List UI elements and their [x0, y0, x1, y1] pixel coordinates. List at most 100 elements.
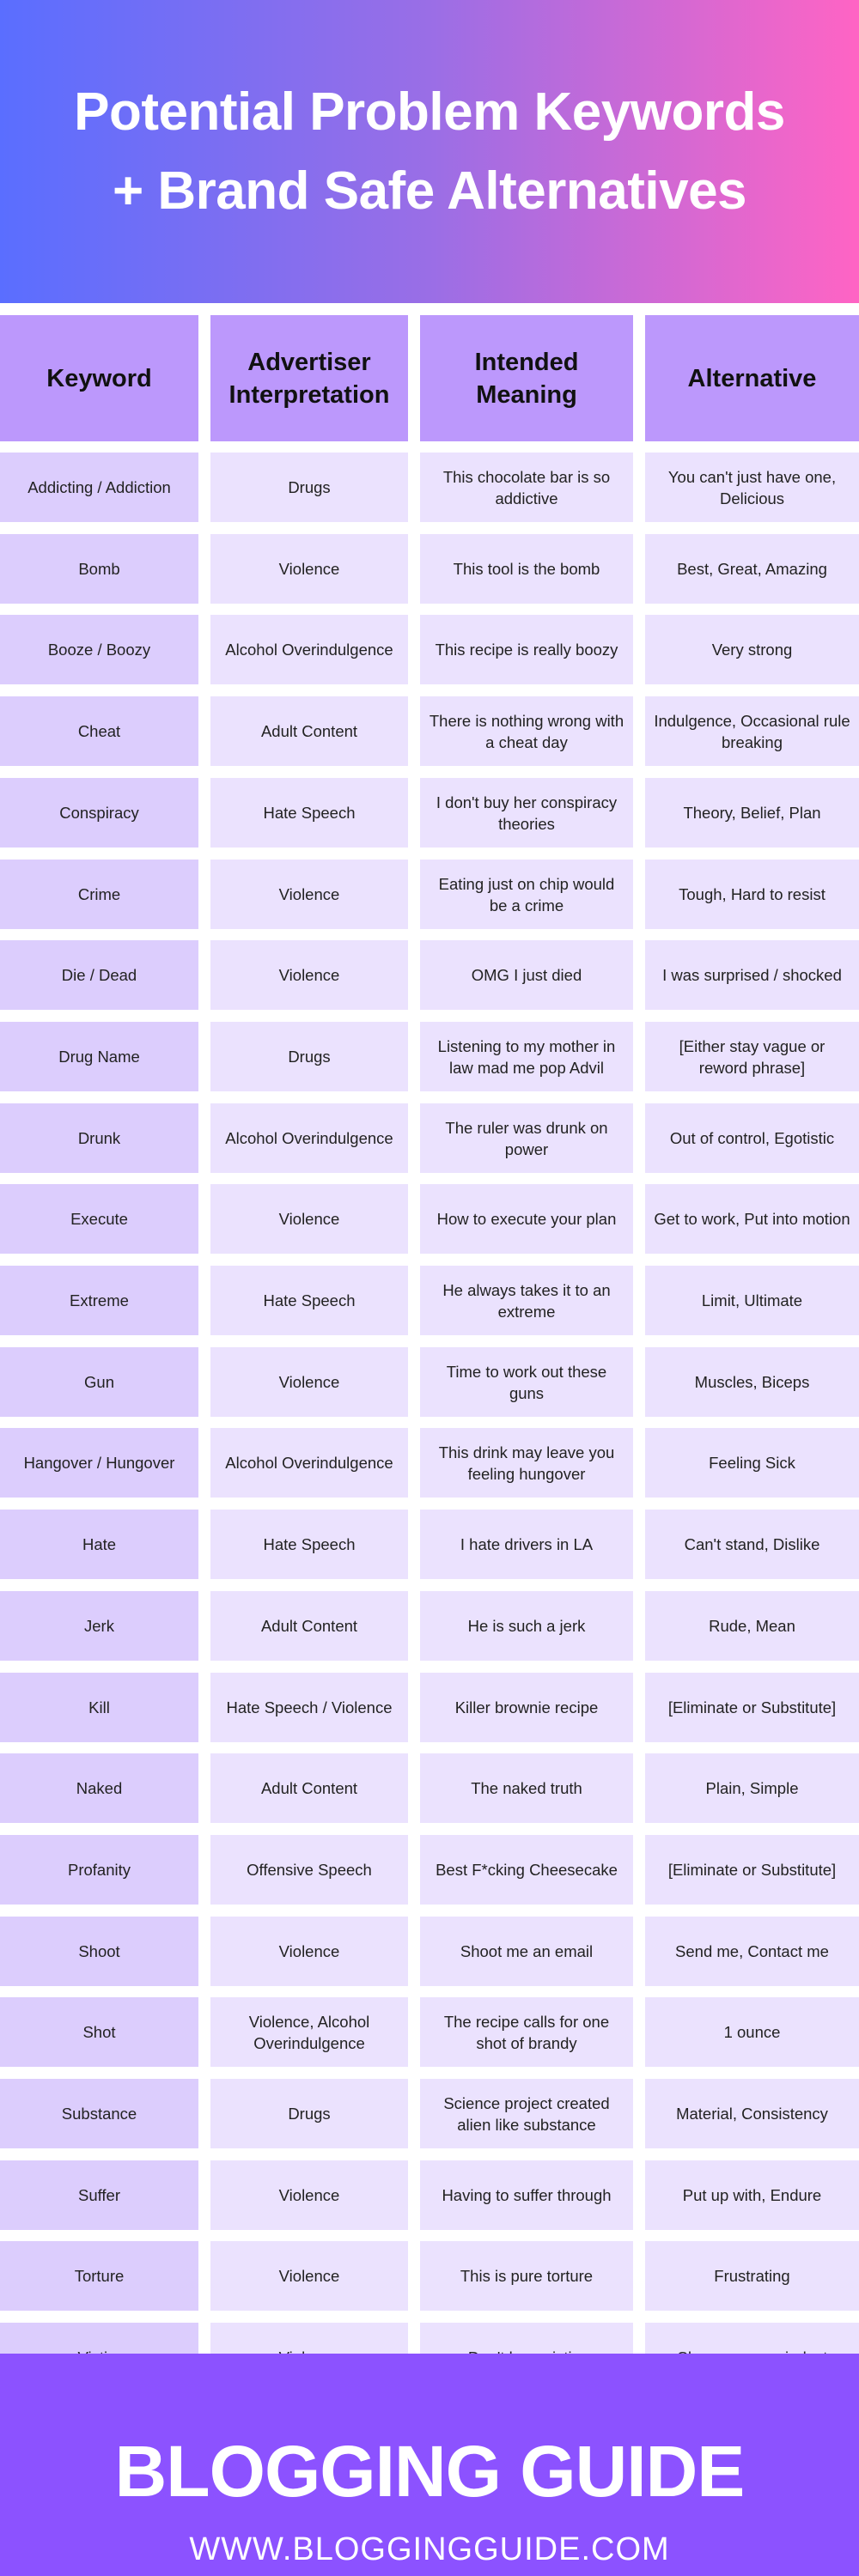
page-title-line-1: Potential Problem Keywords [74, 82, 785, 142]
table-row: Hate Hate Speech I hate drivers in LA Can't… [0, 1510, 859, 1579]
interpretation-cell: Drugs [210, 1022, 408, 1091]
keyword-cell: Conspiracy [0, 778, 198, 848]
footer-brand: BLOGGING GUIDE [114, 2431, 746, 2512]
footer-banner: BLOGGING GUIDE WWW.BLOGGINGGUIDE.COM [0, 2354, 859, 2576]
keyword-cell: Kill [0, 1673, 198, 1742]
meaning-cell: This recipe is really boozy [420, 615, 633, 684]
alternative-cell: Indulgence, Occasional rule breaking [645, 696, 859, 766]
keyword-cell: Addicting / Addiction [0, 453, 198, 522]
interpretation-cell: Hate Speech [210, 1266, 408, 1335]
table-row: Drug Name Drugs Listening to my mother in … [0, 1022, 859, 1091]
table-row: Shoot Violence Shoot me an email Send me, C… [0, 1917, 859, 1986]
meaning-cell: He is such a jerk [420, 1591, 633, 1661]
hero-banner: Potential Problem Keywords + Brand Safe … [0, 0, 859, 303]
interpretation-cell: Drugs [210, 2079, 408, 2148]
table-row: Profanity Offensive Speech Best F*cking Ch… [0, 1835, 859, 1905]
interpretation-cell: Violence [210, 940, 408, 1010]
interpretation-cell: Hate Speech [210, 778, 408, 848]
meaning-cell: He always takes it to an extreme [420, 1266, 633, 1335]
interpretation-cell: Violence [210, 1917, 408, 1986]
interpretation-cell: Alcohol Overindulgence [210, 1103, 408, 1173]
keyword-cell: Execute [0, 1184, 198, 1254]
page-title-line-2: + Brand Safe Alternatives [112, 161, 747, 221]
table-row: Substance Drugs Science project created al… [0, 2079, 859, 2148]
meaning-cell: Shoot me an email [420, 1917, 633, 1986]
interpretation-cell: Alcohol Overindulgence [210, 1428, 408, 1498]
keyword-cell: Naked [0, 1753, 198, 1823]
alternative-cell: Limit, Ultimate [645, 1266, 859, 1335]
interpretation-cell: Hate Speech [210, 1510, 408, 1579]
alternative-cell: Out of control, Egotistic [645, 1103, 859, 1173]
footer-url-link[interactable]: WWW.BLOGGINGGUIDE.COM [0, 2532, 859, 2567]
interpretation-cell: Violence [210, 1184, 408, 1254]
meaning-cell: This is pure torture [420, 2241, 633, 2311]
alternative-cell: Feeling Sick [645, 1428, 859, 1498]
header-alternative: Alternative [645, 315, 859, 441]
interpretation-cell: Alcohol Overindulgence [210, 615, 408, 684]
meaning-cell: This tool is the bomb [420, 534, 633, 604]
table-row: Drunk Alcohol Overindulgence The ruler was… [0, 1103, 859, 1173]
alternative-cell: Best, Great, Amazing [645, 534, 859, 604]
keyword-cell: Extreme [0, 1266, 198, 1335]
table-row: Booze / Boozy Alcohol Overindulgence This … [0, 615, 859, 684]
keyword-cell: Drunk [0, 1103, 198, 1173]
table-row: Execute Violence How to execute your plan G… [0, 1184, 859, 1254]
alternative-cell: 1 ounce [645, 1997, 859, 2067]
table-row: Hangover / Hungover Alcohol Overindulgenc… [0, 1428, 859, 1498]
interpretation-cell: Offensive Speech [210, 1835, 408, 1905]
table-row: Jerk Adult Content He is such a jerk Rude, … [0, 1591, 859, 1661]
alternative-cell: Can't stand, Dislike [645, 1510, 859, 1579]
table-row: Conspiracy Hate Speech I don't buy her con… [0, 778, 859, 848]
meaning-cell: Time to work out these guns [420, 1347, 633, 1417]
alternative-cell: Rude, Mean [645, 1591, 859, 1661]
alternative-cell: [Eliminate or Substitute] [645, 1673, 859, 1742]
alternative-cell: I was surprised / shocked [645, 940, 859, 1010]
meaning-cell: This drink may leave you feeling hungove… [420, 1428, 633, 1498]
meaning-cell: This chocolate bar is so addictive [420, 453, 633, 522]
interpretation-cell: Hate Speech / Violence [210, 1673, 408, 1742]
alternative-cell: Muscles, Biceps [645, 1347, 859, 1417]
keyword-cell: Shot [0, 1997, 198, 2067]
interpretation-cell: Adult Content [210, 696, 408, 766]
meaning-cell: There is nothing wrong with a cheat day [420, 696, 633, 766]
table-row: Crime Violence Eating just on chip would b… [0, 860, 859, 929]
table-row: Naked Adult Content The naked truth Plain, … [0, 1753, 859, 1823]
table-row: Cheat Adult Content There is nothing wrong… [0, 696, 859, 766]
interpretation-cell: Violence [210, 860, 408, 929]
table-header-row: Keyword Advertiser Interpretation Intend… [0, 315, 859, 441]
keyword-cell: Shoot [0, 1917, 198, 1986]
interpretation-cell: Violence [210, 534, 408, 604]
keyword-cell: Jerk [0, 1591, 198, 1661]
header-advertiser-interpretation: Advertiser Interpretation [210, 315, 408, 441]
interpretation-cell: Adult Content [210, 1753, 408, 1823]
table-row: Extreme Hate Speech He always takes it to … [0, 1266, 859, 1335]
meaning-cell: How to execute your plan [420, 1184, 633, 1254]
meaning-cell: Killer brownie recipe [420, 1673, 633, 1742]
meaning-cell: Best F*cking Cheesecake [420, 1835, 633, 1905]
meaning-cell: OMG I just died [420, 940, 633, 1010]
alternative-cell: Put up with, Endure [645, 2160, 859, 2230]
keyword-cell: Crime [0, 860, 198, 929]
alternative-cell: Very strong [645, 615, 859, 684]
interpretation-cell: Drugs [210, 453, 408, 522]
interpretation-cell: Violence [210, 1347, 408, 1417]
interpretation-cell: Violence [210, 2160, 408, 2230]
table-row: Torture Violence This is pure torture Frust… [0, 2241, 859, 2311]
meaning-cell: Eating just on chip would be a crime [420, 860, 633, 929]
interpretation-cell: Adult Content [210, 1591, 408, 1661]
table-row: Addicting / Addiction Drugs This chocolate… [0, 453, 859, 522]
keyword-cell: Drug Name [0, 1022, 198, 1091]
alternative-cell: Get to work, Put into motion [645, 1184, 859, 1254]
alternative-cell: Material, Consistency [645, 2079, 859, 2148]
alternative-cell: [Either stay vague or reword phrase] [645, 1022, 859, 1091]
table-row: Suffer Violence Having to suffer through Pu… [0, 2160, 859, 2230]
meaning-cell: The naked truth [420, 1753, 633, 1823]
meaning-cell: Science project created alien like subst… [420, 2079, 633, 2148]
keyword-cell: Die / Dead [0, 940, 198, 1010]
keyword-cell: Hate [0, 1510, 198, 1579]
keyword-cell: Booze / Boozy [0, 615, 198, 684]
keyword-cell: Bomb [0, 534, 198, 604]
keyword-cell: Gun [0, 1347, 198, 1417]
header-keyword: Keyword [0, 315, 198, 441]
keyword-cell: Hangover / Hungover [0, 1428, 198, 1498]
